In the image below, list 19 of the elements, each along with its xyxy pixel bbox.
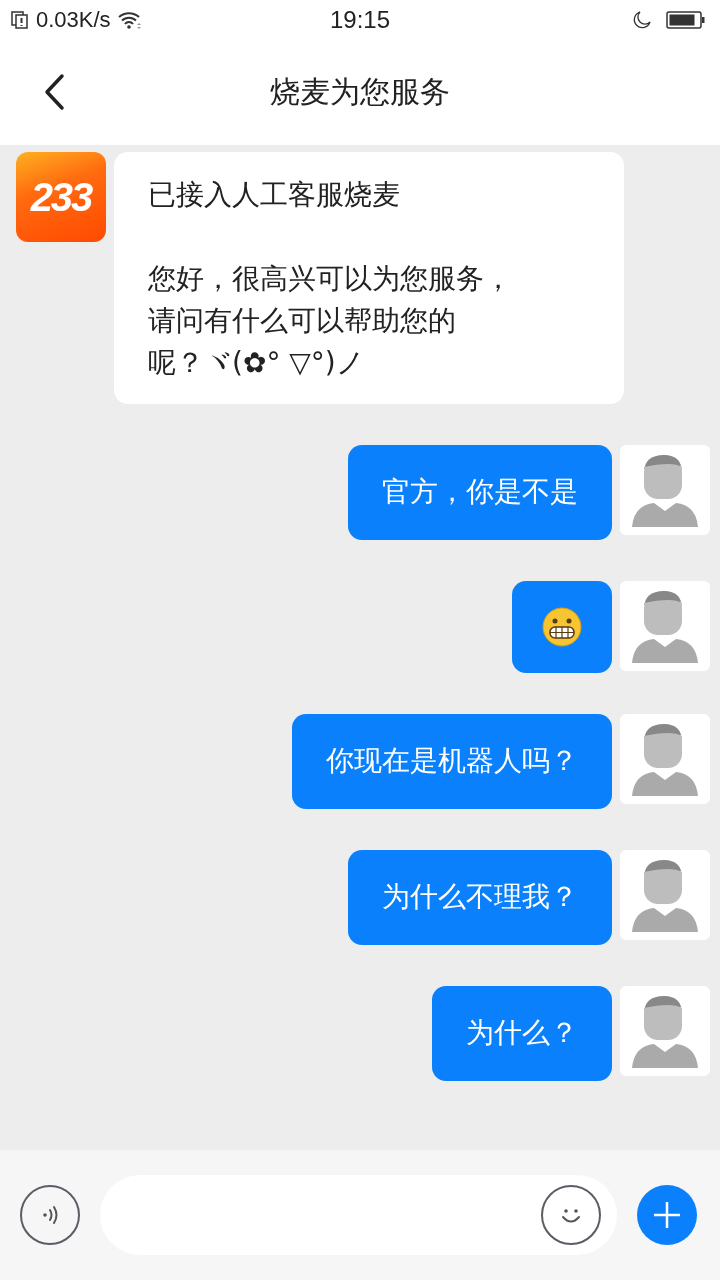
moon-icon [632,10,652,30]
agent-avatar: 233 [16,152,106,242]
clock-time: 19:15 [329,6,391,34]
message-bubble: 你现在是机器人吗？ [292,714,612,809]
voice-button[interactable] [20,1185,80,1245]
message-bubble: 官方，你是不是 [348,445,612,540]
add-button[interactable] [637,1185,697,1245]
back-icon [42,72,66,112]
sim-alert-icon [10,10,30,30]
plus-icon [652,1200,682,1230]
battery-icon [666,10,706,30]
network-speed: 0.03K/s [36,7,111,33]
message-bubble: 已接入人工客服烧麦 您好，很高兴可以为您服务， 请问有什么可以帮助您的 呢？ヾ(✿° ▽°)ノ [114,152,624,404]
message-bubble: 为什么？ [432,986,612,1081]
chat-title: 烧麦为您服务 [270,73,450,111]
grin-emoji-icon [542,607,582,647]
emoji-button[interactable] [541,1185,601,1245]
wifi-icon [116,10,143,30]
message-bubble: 为什么不理我？ [348,850,612,945]
